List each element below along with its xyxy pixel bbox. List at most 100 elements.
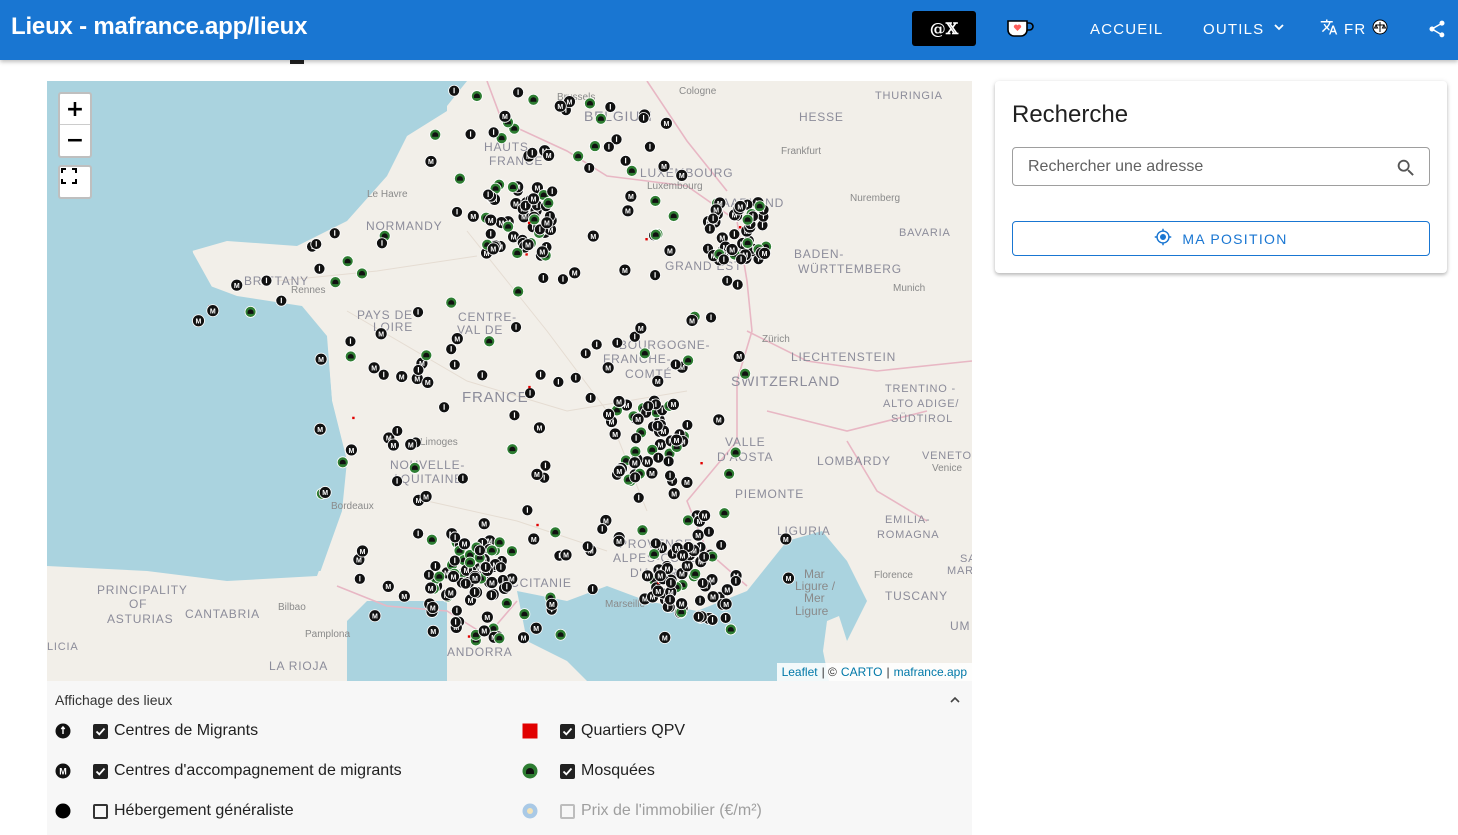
support-center-marker[interactable]: M: [444, 586, 458, 600]
mosque-marker[interactable]: [356, 267, 368, 280]
mosque-marker[interactable]: [739, 367, 751, 380]
support-center-marker[interactable]: M: [484, 213, 498, 227]
support-center-marker[interactable]: M: [313, 422, 327, 436]
support-center-marker[interactable]: M: [367, 361, 381, 375]
kofi-cup-icon[interactable]: [1006, 16, 1034, 40]
mosque-marker[interactable]: [511, 247, 524, 259]
migrant-center-marker[interactable]: [649, 537, 662, 550]
support-center-marker[interactable]: M: [719, 597, 733, 611]
support-center-marker[interactable]: M: [612, 464, 626, 478]
migrant-center-marker[interactable]: [632, 491, 645, 504]
support-center-marker[interactable]: M: [634, 321, 648, 335]
mosque-marker[interactable]: [244, 305, 257, 318]
support-center-marker[interactable]: M: [658, 631, 672, 644]
mosque-marker[interactable]: [429, 128, 442, 141]
support-center-marker[interactable]: M: [498, 109, 512, 123]
support-center-marker[interactable]: M: [712, 413, 726, 427]
migrant-center-marker[interactable]: [630, 432, 643, 445]
migrant-center-marker[interactable]: [706, 614, 719, 626]
migrant-center-marker[interactable]: [602, 140, 615, 153]
support-center-marker[interactable]: M: [540, 216, 554, 230]
migrant-center-marker[interactable]: [450, 604, 463, 617]
mosque-marker[interactable]: [344, 350, 357, 363]
support-center-marker[interactable]: M: [691, 528, 705, 542]
migrant-center-marker[interactable]: [448, 554, 461, 567]
mosque-marker[interactable]: [512, 285, 525, 298]
migrant-center-marker[interactable]: [590, 338, 603, 351]
support-center-marker[interactable]: M: [404, 438, 418, 451]
support-center-marker[interactable]: M: [535, 245, 549, 259]
migrant-center-marker[interactable]: [464, 128, 477, 141]
qpv-marker[interactable]: [645, 238, 648, 241]
support-center-marker[interactable]: M: [586, 229, 600, 243]
mosque-marker[interactable]: [572, 150, 585, 163]
language-selector[interactable]: FR: [1320, 19, 1388, 39]
migrant-center-marker[interactable]: [644, 140, 656, 153]
qpv-marker[interactable]: [738, 226, 742, 229]
migrant-center-marker[interactable]: [586, 583, 599, 595]
checkbox-qpv[interactable]: [560, 723, 575, 739]
support-center-marker[interactable]: M: [680, 475, 694, 489]
mosque-marker[interactable]: [638, 347, 651, 360]
support-center-marker[interactable]: M: [651, 374, 665, 388]
support-center-marker[interactable]: M: [477, 624, 491, 638]
migrant-center-marker[interactable]: [583, 162, 596, 174]
support-center-marker[interactable]: M: [314, 352, 328, 366]
support-center-marker[interactable]: M: [485, 576, 499, 589]
support-center-marker[interactable]: M: [685, 314, 699, 327]
mosque-marker[interactable]: [689, 568, 702, 580]
mosque-marker[interactable]: [629, 445, 642, 458]
support-center-marker[interactable]: M: [675, 168, 689, 182]
nav-tools-button[interactable]: OUTILS: [1203, 19, 1286, 39]
support-center-marker[interactable]: M: [450, 332, 464, 346]
support-center-marker[interactable]: M: [426, 601, 440, 614]
support-center-marker[interactable]: M: [356, 544, 369, 558]
mosque-marker[interactable]: [594, 112, 607, 125]
mosque-marker[interactable]: [682, 514, 694, 527]
share-icon[interactable]: [1427, 19, 1447, 39]
mosque-marker[interactable]: [500, 597, 513, 610]
support-center-marker[interactable]: M: [368, 609, 382, 623]
mosque-marker[interactable]: [625, 164, 638, 177]
mosque-marker[interactable]: [506, 443, 519, 456]
support-center-marker[interactable]: M: [675, 597, 689, 611]
support-center-marker[interactable]: M: [667, 487, 681, 501]
migrant-center-marker[interactable]: [479, 561, 492, 573]
support-center-marker[interactable]: M: [530, 467, 544, 481]
migrant-center-marker[interactable]: [438, 401, 451, 414]
support-center-marker[interactable]: M: [424, 155, 438, 168]
support-center-marker[interactable]: M: [397, 589, 411, 603]
mosque-marker[interactable]: [420, 349, 433, 362]
migrant-center-marker[interactable]: [500, 580, 513, 593]
migrant-center-marker[interactable]: [524, 387, 536, 400]
support-center-marker[interactable]: M: [779, 532, 793, 546]
zoom-out-button[interactable]: −: [60, 125, 90, 155]
support-center-marker[interactable]: M: [568, 266, 582, 280]
mosque-marker[interactable]: [408, 462, 421, 474]
migrant-center-marker[interactable]: [468, 586, 481, 599]
migrant-center-marker[interactable]: [482, 188, 495, 201]
mosque-marker[interactable]: [518, 608, 531, 621]
map-container[interactable]: BELGIUMLUXEMBOURGLuxembourgHESSETHURINGI…: [47, 81, 972, 681]
migrant-center-marker[interactable]: [719, 612, 732, 624]
mosque-marker[interactable]: [667, 210, 680, 222]
mosque-marker[interactable]: [506, 545, 518, 558]
migrant-center-marker[interactable]: [698, 550, 711, 563]
support-center-marker[interactable]: M: [706, 590, 720, 604]
migrant-center-marker[interactable]: [448, 84, 460, 97]
support-center-marker[interactable]: M: [657, 159, 671, 173]
support-center-marker[interactable]: M: [230, 278, 244, 292]
mosque-marker[interactable]: [502, 220, 515, 233]
support-center-marker[interactable]: M: [533, 421, 546, 435]
mosque-marker[interactable]: [549, 526, 562, 539]
checkbox-migrant-centers[interactable]: [93, 723, 108, 739]
mosque-marker[interactable]: [723, 467, 736, 480]
migrant-center-marker[interactable]: [735, 253, 747, 266]
migrant-center-marker[interactable]: [412, 527, 425, 540]
mosque-marker[interactable]: [753, 200, 766, 213]
migrant-center-marker[interactable]: [376, 237, 388, 250]
support-center-marker[interactable]: M: [527, 532, 541, 546]
support-center-marker[interactable]: M: [517, 631, 530, 645]
support-center-marker[interactable]: M: [676, 549, 689, 562]
mosque-marker[interactable]: [729, 446, 742, 459]
